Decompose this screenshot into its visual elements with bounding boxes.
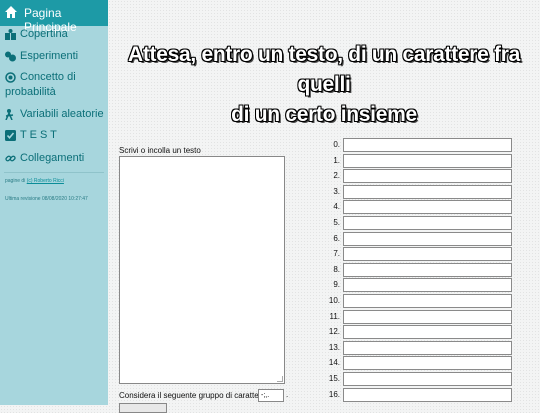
result-row-label: 8. (333, 264, 340, 274)
result-row-field[interactable] (343, 387, 512, 402)
variables-icon (5, 109, 14, 120)
nav-item-label: Collegamenti (20, 152, 85, 164)
nav-item-concetto[interactable]: Concetto di probabilità (0, 70, 108, 100)
result-row-field[interactable] (343, 372, 512, 386)
result-row-field[interactable] (343, 169, 512, 184)
result-row-field[interactable] (343, 356, 512, 371)
result-row-field[interactable] (343, 153, 512, 168)
result-row-label: 6. (333, 233, 340, 243)
nav-item-label: Concetto di (20, 71, 76, 83)
result-row-label: 14. (328, 358, 340, 368)
result-row-label: 1. (333, 155, 340, 165)
result-row-label: 13. (328, 342, 340, 352)
result-row-label: 4. (333, 202, 340, 212)
result-row-field[interactable] (343, 231, 512, 246)
result-row-field[interactable] (343, 184, 512, 199)
page-title-line1: Attesa, entro un testo, di un carattere … (127, 43, 521, 96)
result-row-label: 15. (328, 374, 340, 383)
result-row-field[interactable] (343, 340, 512, 355)
sidebar: Pagina Principale Copertina Esperimenti … (0, 0, 108, 405)
author-prefix: pagine di (5, 178, 27, 184)
result-row-field[interactable] (343, 216, 512, 230)
result-row-field[interactable] (343, 325, 512, 340)
result-row-label: 9. (333, 280, 340, 290)
nav-item-label: Variabili aleatorie (20, 108, 104, 120)
result-row-field[interactable] (343, 138, 512, 152)
result-row-label: 12. (328, 327, 340, 337)
author-link[interactable]: (c) Roberto Ricci (27, 178, 64, 184)
home-icon (5, 6, 17, 18)
link-icon (5, 155, 16, 162)
concept-icon (5, 72, 16, 83)
result-row-field[interactable] (343, 294, 512, 308)
page-title: Attesa, entro un testo, di un carattere … (108, 40, 540, 130)
resize-handle[interactable] (277, 376, 283, 382)
nav-item-label: T E S T (20, 129, 57, 141)
author-credit: pagine di (c) Roberto Ricci (5, 178, 64, 184)
revision-date: Ultima revisione 08/08/2020 10:27:47 (5, 196, 88, 202)
nav-home[interactable]: Pagina Principale (0, 0, 108, 34)
test-icon (5, 130, 16, 141)
result-row-field[interactable] (343, 309, 512, 324)
cover-icon (5, 29, 16, 40)
nav-item-label: Copertina (20, 28, 68, 40)
experiments-icon (5, 51, 16, 62)
page-title-line2: di un certo insieme (231, 103, 417, 126)
result-row-label: 16. (328, 389, 340, 399)
group-label: Considera il seguente gruppo di caratter… (119, 391, 266, 400)
text-input-area[interactable] (119, 156, 285, 384)
group-suffix: . (286, 390, 289, 399)
result-row-label: 7. (333, 249, 340, 259)
result-row-label: 11. (329, 311, 340, 321)
result-row-label: 0. (333, 140, 340, 149)
result-row-label: 3. (333, 186, 340, 196)
result-row-field[interactable] (343, 247, 512, 262)
result-row-label: 5. (333, 218, 340, 227)
textarea-label: Scrivi o incolla un testo (119, 146, 201, 155)
revision-text: Ultima revisione 08/08/2020 10:27:47 (5, 196, 88, 202)
result-row-field[interactable] (343, 262, 512, 277)
nav-item-label: Esperimenti (20, 50, 79, 62)
result-row-field[interactable] (343, 200, 512, 215)
result-row-label: 2. (333, 171, 340, 181)
result-row-field[interactable] (343, 278, 512, 293)
sidebar-divider (4, 172, 104, 173)
result-row-label: 10. (328, 296, 340, 305)
character-group-input[interactable]: -;,. (258, 389, 284, 402)
nav-item-label-line2: probabilità (5, 86, 56, 98)
